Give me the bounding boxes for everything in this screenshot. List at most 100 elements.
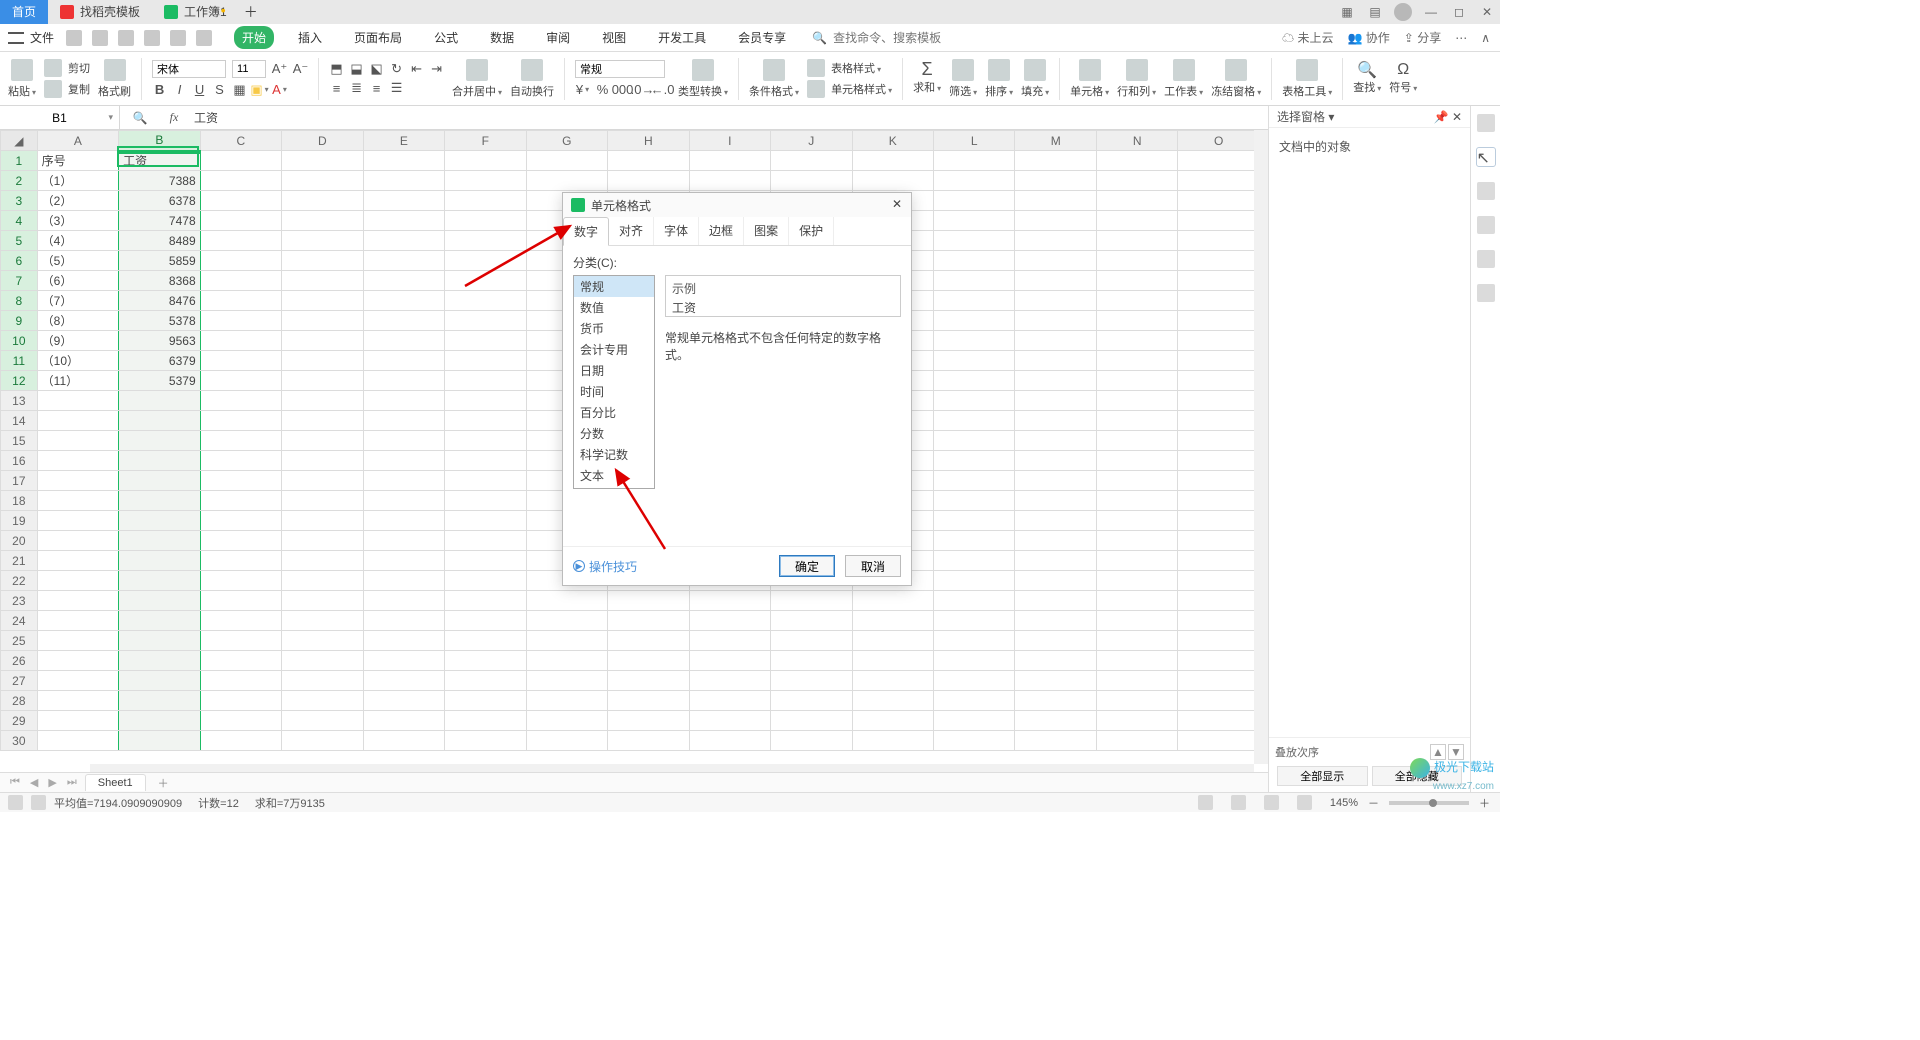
cell-A14[interactable] bbox=[37, 411, 118, 431]
cell-A1[interactable]: 序号 bbox=[37, 151, 118, 171]
cell-H29[interactable] bbox=[608, 711, 689, 731]
cell-N24[interactable] bbox=[1096, 611, 1177, 631]
qat-open-icon[interactable] bbox=[66, 30, 82, 46]
cell-E21[interactable] bbox=[363, 551, 444, 571]
row-header-28[interactable]: 28 bbox=[1, 691, 38, 711]
row-header-2[interactable]: 2 bbox=[1, 171, 38, 191]
cell-D12[interactable] bbox=[282, 371, 363, 391]
cell-N1[interactable] bbox=[1096, 151, 1177, 171]
cancel-button[interactable]: 取消 bbox=[845, 555, 901, 577]
cell-D17[interactable] bbox=[282, 471, 363, 491]
ribbon-tab-dev[interactable]: 开发工具 bbox=[650, 26, 714, 49]
cell-B23[interactable] bbox=[119, 591, 200, 611]
avatar[interactable] bbox=[1394, 3, 1412, 21]
cell-D3[interactable] bbox=[282, 191, 363, 211]
cell-N20[interactable] bbox=[1096, 531, 1177, 551]
currency-icon[interactable]: ¥ bbox=[575, 82, 590, 97]
cell-L19[interactable] bbox=[933, 511, 1014, 531]
cell-D21[interactable] bbox=[282, 551, 363, 571]
cell-E29[interactable] bbox=[363, 711, 444, 731]
cell-K27[interactable] bbox=[852, 671, 933, 691]
qat-preview-icon[interactable] bbox=[144, 30, 160, 46]
cell-A26[interactable] bbox=[37, 651, 118, 671]
cell-D1[interactable] bbox=[282, 151, 363, 171]
dialog-tab-align[interactable]: 对齐 bbox=[609, 217, 654, 245]
bold-icon[interactable]: B bbox=[152, 82, 167, 97]
freeze-button[interactable]: 冻结窗格 bbox=[1209, 59, 1263, 99]
cell-I30[interactable] bbox=[689, 731, 770, 751]
ribbon-tab-insert[interactable]: 插入 bbox=[290, 26, 330, 49]
cell-G23[interactable] bbox=[526, 591, 607, 611]
cell-B21[interactable] bbox=[119, 551, 200, 571]
ribbon-tab-view[interactable]: 视图 bbox=[594, 26, 634, 49]
font-color-icon[interactable]: A bbox=[272, 82, 287, 97]
cell-B4[interactable]: 7478 bbox=[119, 211, 200, 231]
cell-F5[interactable] bbox=[445, 231, 526, 251]
dialog-tab-border[interactable]: 边框 bbox=[699, 217, 744, 245]
cell-O19[interactable] bbox=[1178, 511, 1260, 531]
cell-C10[interactable] bbox=[200, 331, 281, 351]
sheet-tab[interactable]: Sheet1 bbox=[85, 774, 146, 791]
view-page-icon[interactable] bbox=[1231, 795, 1246, 810]
cell-O22[interactable] bbox=[1178, 571, 1260, 591]
cell-A25[interactable] bbox=[37, 631, 118, 651]
col-header-M[interactable]: M bbox=[1015, 131, 1096, 151]
cell-O30[interactable] bbox=[1178, 731, 1260, 751]
category-item-6[interactable]: 百分比 bbox=[574, 402, 654, 423]
category-item-3[interactable]: 会计专用 bbox=[574, 339, 654, 360]
cell-C7[interactable] bbox=[200, 271, 281, 291]
cell-K1[interactable] bbox=[852, 151, 933, 171]
cell-O5[interactable] bbox=[1178, 231, 1260, 251]
apps-icon[interactable]: ▤ bbox=[1366, 3, 1384, 21]
cell-H1[interactable] bbox=[608, 151, 689, 171]
cell-O8[interactable] bbox=[1178, 291, 1260, 311]
cell-M27[interactable] bbox=[1015, 671, 1096, 691]
dec-decimal-icon[interactable]: ←.0 bbox=[655, 82, 670, 97]
align-bottom-icon[interactable]: ⬕ bbox=[369, 62, 384, 77]
cell-C25[interactable] bbox=[200, 631, 281, 651]
cell-H27[interactable] bbox=[608, 671, 689, 691]
cell-B25[interactable] bbox=[119, 631, 200, 651]
row-header-18[interactable]: 18 bbox=[1, 491, 38, 511]
cell-B5[interactable]: 8489 bbox=[119, 231, 200, 251]
cell-E28[interactable] bbox=[363, 691, 444, 711]
row-header-22[interactable]: 22 bbox=[1, 571, 38, 591]
cell-C1[interactable] bbox=[200, 151, 281, 171]
cell-F8[interactable] bbox=[445, 291, 526, 311]
cell-M9[interactable] bbox=[1015, 311, 1096, 331]
cell-D5[interactable] bbox=[282, 231, 363, 251]
symbol-button[interactable]: Ω符号 bbox=[1387, 62, 1419, 95]
cell-C6[interactable] bbox=[200, 251, 281, 271]
cloud-status[interactable]: ☁ 未上云 bbox=[1282, 29, 1333, 46]
cell-A20[interactable] bbox=[37, 531, 118, 551]
wrap-text-button[interactable]: 自动换行 bbox=[508, 59, 556, 99]
row-header-15[interactable]: 15 bbox=[1, 431, 38, 451]
cell-B30[interactable] bbox=[119, 731, 200, 751]
share-button[interactable]: ⇪ 分享 bbox=[1404, 29, 1441, 46]
cell-A8[interactable]: （7） bbox=[37, 291, 118, 311]
cell-M11[interactable] bbox=[1015, 351, 1096, 371]
cell-E11[interactable] bbox=[363, 351, 444, 371]
cell-I26[interactable] bbox=[689, 651, 770, 671]
cell-D11[interactable] bbox=[282, 351, 363, 371]
cell-N22[interactable] bbox=[1096, 571, 1177, 591]
fill-button[interactable]: 填充 bbox=[1019, 59, 1051, 99]
cell-D18[interactable] bbox=[282, 491, 363, 511]
cell-G2[interactable] bbox=[526, 171, 607, 191]
row-header-3[interactable]: 3 bbox=[1, 191, 38, 211]
ribbon-tab-start[interactable]: 开始 bbox=[234, 26, 274, 49]
cell-E30[interactable] bbox=[363, 731, 444, 751]
cell-A2[interactable]: （1） bbox=[37, 171, 118, 191]
cell-E22[interactable] bbox=[363, 571, 444, 591]
col-header-H[interactable]: H bbox=[608, 131, 689, 151]
show-all-button[interactable]: 全部显示 bbox=[1277, 766, 1368, 786]
cell-F19[interactable] bbox=[445, 511, 526, 531]
cell-D20[interactable] bbox=[282, 531, 363, 551]
cell-N28[interactable] bbox=[1096, 691, 1177, 711]
dialog-close-button[interactable]: ✕ bbox=[889, 197, 905, 213]
col-header-N[interactable]: N bbox=[1096, 131, 1177, 151]
cell-K28[interactable] bbox=[852, 691, 933, 711]
cell-E20[interactable] bbox=[363, 531, 444, 551]
name-box-input[interactable] bbox=[20, 111, 100, 125]
cell-A4[interactable]: （3） bbox=[37, 211, 118, 231]
